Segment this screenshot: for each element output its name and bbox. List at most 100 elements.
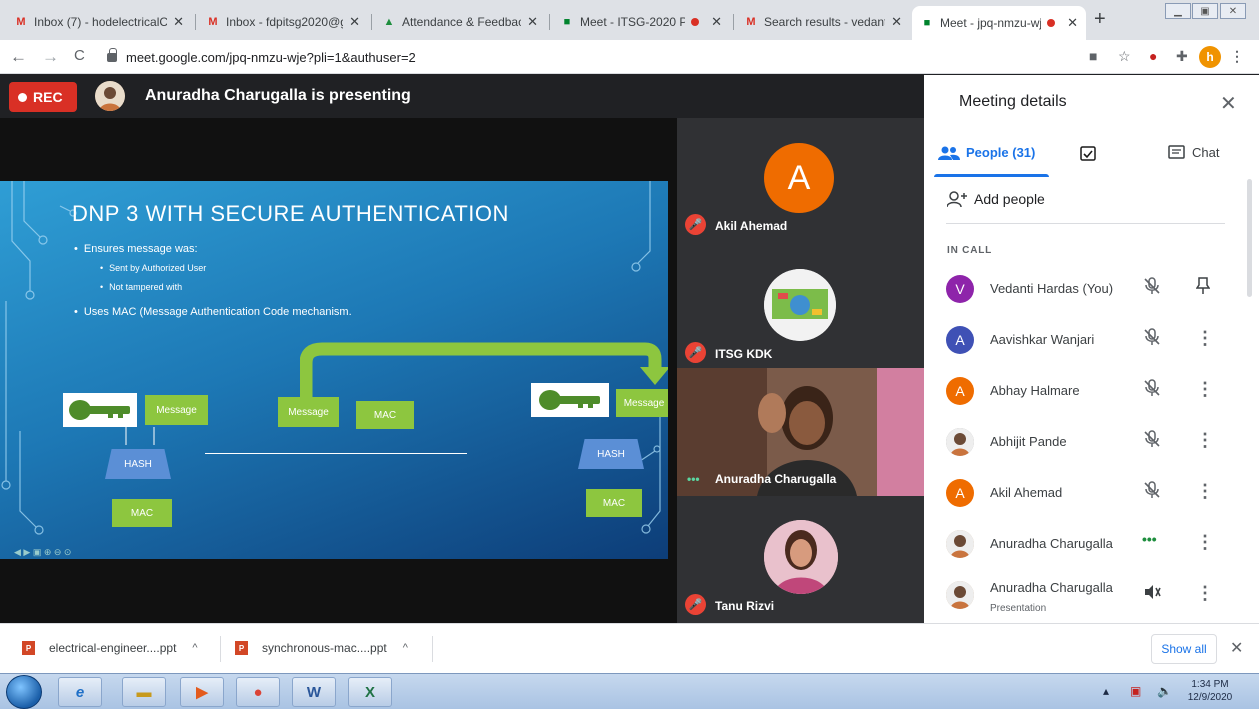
close-icon[interactable]: ✕ bbox=[173, 14, 184, 30]
recording-button[interactable]: REC bbox=[9, 82, 77, 112]
browser-tab[interactable]: ▲ Attendance & Feedback ✕ bbox=[374, 8, 546, 36]
tab-people[interactable]: People (31) bbox=[938, 145, 1035, 160]
download-filename: electrical-engineer....ppt bbox=[49, 641, 177, 655]
start-button[interactable] bbox=[6, 675, 42, 709]
arrow-lines bbox=[125, 427, 155, 445]
participant-name: Abhijit Pande bbox=[990, 434, 1067, 449]
close-icon[interactable]: ✕ bbox=[1230, 638, 1243, 658]
participant-avatar: A bbox=[764, 143, 834, 213]
participant-row[interactable]: A Akil Ahemad ⋮ bbox=[924, 471, 1244, 519]
close-icon[interactable]: ✕ bbox=[711, 14, 722, 30]
browser-tab[interactable]: ■ Meet - ITSG-2020 Pl ✕ bbox=[552, 8, 730, 36]
profile-avatar[interactable]: h bbox=[1199, 46, 1221, 68]
window-close-button[interactable]: ✕ bbox=[1220, 3, 1246, 19]
more-options-icon[interactable]: ⋮ bbox=[1196, 583, 1214, 604]
forward-icon[interactable]: → bbox=[42, 47, 59, 67]
bookmark-star-icon[interactable]: ☆ bbox=[1118, 48, 1131, 65]
download-filename: synchronous-mac....ppt bbox=[262, 641, 387, 655]
tab-title: Inbox (7) - hodelectricalC bbox=[34, 15, 168, 29]
browser-tab[interactable]: M Search results - vedanti.l ✕ bbox=[736, 8, 910, 36]
pin-icon[interactable] bbox=[1195, 277, 1211, 300]
mic-off-icon bbox=[1142, 276, 1164, 298]
participant-row[interactable]: A Aavishkar Wanjari ⋮ bbox=[924, 318, 1244, 366]
chat-icon bbox=[1168, 145, 1185, 159]
more-options-icon[interactable]: ⋮ bbox=[1196, 328, 1214, 349]
browser-tab-active[interactable]: ■ Meet - jpq-nmzu-wj ✕ bbox=[912, 6, 1086, 40]
participant-row[interactable]: Anuradha Charugalla ••• ⋮ bbox=[924, 522, 1244, 570]
reload-icon[interactable]: C bbox=[74, 47, 85, 64]
slide-bullet: Ensures message was: bbox=[74, 243, 198, 255]
close-panel-button[interactable]: ✕ bbox=[1220, 91, 1237, 116]
excel-icon[interactable]: X bbox=[348, 677, 392, 707]
file-explorer-icon[interactable]: ▬ bbox=[122, 677, 166, 707]
close-icon[interactable]: ✕ bbox=[891, 14, 902, 30]
participant-name: Aavishkar Wanjari bbox=[990, 332, 1095, 347]
system-clock[interactable]: 1:34 PM 12/9/2020 bbox=[1180, 678, 1240, 704]
hash-block: HASH bbox=[105, 449, 171, 479]
slide-controls[interactable]: ◀ ▶ ▣ ⊕ ⊖ ⊙ bbox=[14, 547, 71, 558]
participant-row[interactable]: Abhijit Pande ⋮ bbox=[924, 420, 1244, 468]
chrome-icon[interactable]: ● bbox=[236, 677, 280, 707]
tab-activities[interactable] bbox=[1080, 145, 1096, 161]
url-field[interactable]: meet.google.com/jpq-nmzu-wje?pli=1&authu… bbox=[107, 46, 1067, 68]
internet-explorer-icon[interactable]: e bbox=[58, 677, 102, 707]
add-people-button[interactable]: Add people bbox=[947, 191, 1045, 207]
more-options-icon[interactable]: ⋮ bbox=[1196, 532, 1214, 553]
extension-icon[interactable]: ● bbox=[1149, 48, 1157, 64]
chevron-up-icon[interactable]: ^ bbox=[403, 642, 408, 654]
download-item[interactable]: P synchronous-mac....ppt ^ bbox=[235, 641, 408, 655]
in-call-header: IN CALL bbox=[947, 245, 993, 256]
mic-off-icon: 🎤 bbox=[685, 342, 706, 363]
close-icon[interactable]: ✕ bbox=[1067, 15, 1078, 31]
mic-off-icon bbox=[1142, 378, 1164, 400]
participant-tile[interactable]: A 🎤 Akil Ahemad bbox=[677, 118, 924, 244]
more-options-icon[interactable]: ⋮ bbox=[1196, 481, 1214, 502]
minimize-button[interactable]: ▁ bbox=[1165, 3, 1191, 19]
recording-icon bbox=[1047, 19, 1056, 27]
word-icon[interactable]: W bbox=[292, 677, 336, 707]
chevron-up-icon[interactable]: ^ bbox=[192, 642, 197, 654]
participant-row[interactable]: V Vedanti Hardas (You) bbox=[924, 267, 1244, 315]
participant-name: Vedanti Hardas (You) bbox=[990, 281, 1114, 296]
slide-bullet: Uses MAC (Message Authentication Code me… bbox=[74, 306, 352, 318]
tab-chat[interactable]: Chat bbox=[1168, 145, 1219, 160]
address-bar: ← → C meet.google.com/jpq-nmzu-wje?pli=1… bbox=[0, 40, 1259, 74]
browser-tab[interactable]: M Inbox - fdpitsg2020@gm ✕ bbox=[198, 8, 368, 36]
participant-row[interactable]: A Abhay Halmare ⋮ bbox=[924, 369, 1244, 417]
tray-arrow-icon[interactable]: ▴ bbox=[1103, 684, 1109, 698]
volume-icon[interactable]: 🔈 bbox=[1157, 684, 1172, 698]
close-icon[interactable]: ✕ bbox=[527, 14, 538, 30]
participant-tile[interactable]: 🎤 Tanu Rizvi bbox=[677, 496, 924, 623]
tab-title: Search results - vedanti.l bbox=[764, 15, 886, 29]
participant-name: Akil Ahemad bbox=[990, 485, 1063, 500]
participant-avatar bbox=[764, 269, 836, 341]
divider bbox=[946, 223, 1225, 224]
participant-name: Abhay Halmare bbox=[990, 383, 1080, 398]
windows-taskbar: e ▬ ▶ ● W X ▴ ▣ 🔈 1:34 PM 12/9/2020 bbox=[0, 673, 1259, 709]
camera-icon[interactable]: ■ bbox=[1089, 48, 1097, 64]
participant-avatar bbox=[764, 520, 838, 594]
message-block: Message bbox=[616, 389, 668, 417]
more-options-icon[interactable]: ⋮ bbox=[1196, 430, 1214, 451]
media-player-icon[interactable]: ▶ bbox=[180, 677, 224, 707]
participant-row[interactable]: Anuradha Charugalla Presentation ⋮ bbox=[924, 573, 1244, 621]
scrollbar[interactable] bbox=[1247, 179, 1252, 297]
maximize-button[interactable]: ▣ bbox=[1192, 3, 1218, 19]
close-icon[interactable]: ✕ bbox=[349, 14, 360, 30]
download-item[interactable]: P electrical-engineer....ppt ^ bbox=[22, 641, 198, 655]
new-tab-button[interactable]: + bbox=[1094, 8, 1106, 31]
tab-chat-label: Chat bbox=[1192, 145, 1220, 160]
browser-tab[interactable]: M Inbox (7) - hodelectricalC ✕ bbox=[6, 8, 192, 36]
panel-title: Meeting details bbox=[959, 93, 1067, 110]
more-options-icon[interactable]: ⋮ bbox=[1196, 379, 1214, 400]
puzzle-icon[interactable]: ✚ bbox=[1176, 48, 1188, 65]
network-icon[interactable]: ▣ bbox=[1130, 684, 1141, 698]
speaking-indicator-icon: ••• bbox=[1142, 531, 1157, 547]
back-icon[interactable]: ← bbox=[10, 47, 27, 67]
show-all-button[interactable]: Show all bbox=[1151, 634, 1217, 664]
menu-icon[interactable]: ⋮ bbox=[1230, 48, 1244, 65]
message-block: Message bbox=[278, 397, 339, 427]
participant-tile-video[interactable]: ••• Anuradha Charugalla bbox=[677, 368, 924, 496]
participant-tile[interactable]: 🎤 ITSG KDK bbox=[677, 244, 924, 368]
drive-icon: ▲ bbox=[383, 16, 395, 28]
